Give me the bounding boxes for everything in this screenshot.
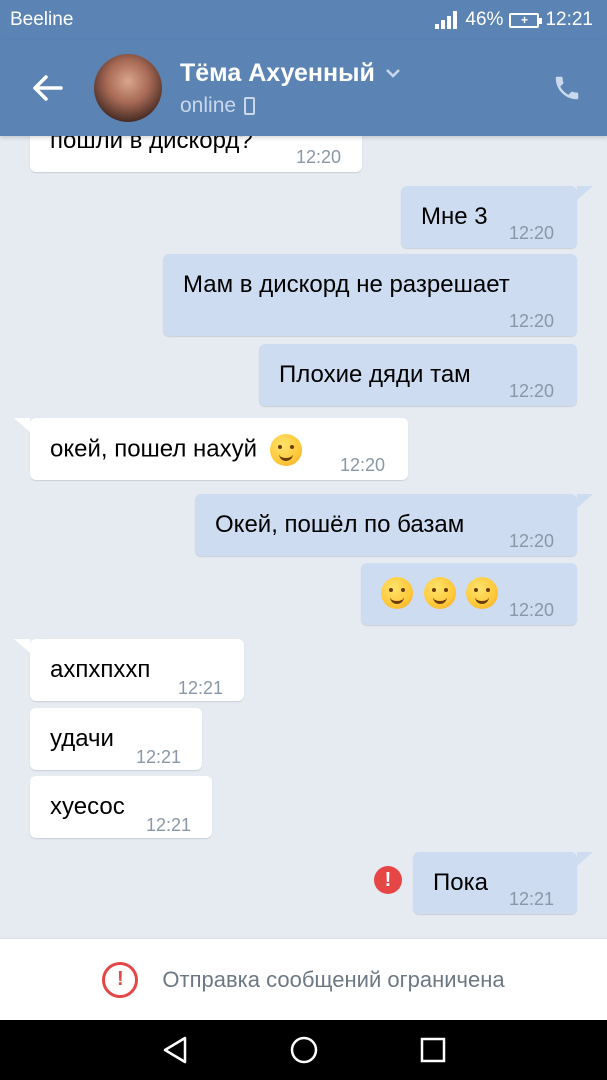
message-emoji-row xyxy=(381,577,499,609)
hugging-face-icon xyxy=(466,577,499,609)
message-outgoing[interactable]: Окей, пошёл по базам 12:20 xyxy=(195,494,593,556)
nav-home-button[interactable] xyxy=(284,1030,324,1070)
message-time: 12:20 xyxy=(340,455,386,475)
message-outgoing[interactable]: Пока 12:21 xyxy=(413,852,593,914)
message-list[interactable]: пошли в дискорд? 12:20 Мне 3 12:20 Мам в… xyxy=(0,136,607,938)
message-incoming[interactable]: окей, пошел нахуй 12:20 xyxy=(14,418,408,480)
message-text: Мам в дискорд не разрешает xyxy=(183,271,510,298)
message-incoming[interactable]: пошли в дискорд? 12:20 xyxy=(30,136,362,172)
avatar[interactable] xyxy=(94,54,162,122)
nav-recents-button[interactable] xyxy=(413,1030,453,1070)
notice-text: Отправка сообщений ограничена xyxy=(162,966,505,992)
hugging-face-icon xyxy=(381,577,413,609)
contact-info[interactable]: Тёма Ахуенный online xyxy=(180,59,401,118)
message-outgoing[interactable]: Плохие дяди там 12:20 xyxy=(259,344,577,406)
send-restricted-notice: ! Отправка сообщений ограничена xyxy=(0,938,607,1020)
message-text: Окей, пошёл по базам xyxy=(215,511,465,538)
message-time: 12:21 xyxy=(136,747,182,767)
message-incoming[interactable]: хуесос 12:21 xyxy=(30,776,212,838)
contact-status: online xyxy=(180,94,401,118)
message-text: ахпхпххп xyxy=(50,656,151,683)
circle-home-icon xyxy=(290,1036,317,1064)
system-nav-bar xyxy=(0,1020,607,1080)
message-outgoing[interactable]: Мне 3 12:20 xyxy=(401,186,593,248)
message-incoming[interactable]: ахпхпххп 12:21 xyxy=(14,639,244,701)
status-label: online xyxy=(180,93,237,117)
chat-header: Тёма Ахуенный online xyxy=(0,40,607,136)
square-recents-icon xyxy=(420,1037,445,1063)
phone-icon xyxy=(555,76,579,100)
carrier-label: Beeline xyxy=(10,9,74,30)
signal-icon xyxy=(435,11,459,29)
error-icon[interactable]: ! xyxy=(374,866,402,894)
message-time: 12:21 xyxy=(178,678,224,698)
message-text: хуесос xyxy=(50,793,125,820)
clock: 12:21 xyxy=(545,9,593,30)
contact-name: Тёма Ахуенный xyxy=(180,59,401,88)
battery-icon: + xyxy=(509,12,543,28)
message-time: 12:21 xyxy=(146,815,192,835)
contact-name-label: Тёма Ахуенный xyxy=(180,58,375,87)
chevron-down-icon xyxy=(385,69,400,78)
battery-percent: 46% xyxy=(465,9,504,30)
message-text: Плохие дяди там xyxy=(279,361,471,388)
message-time: 12:20 xyxy=(509,311,555,331)
message-time: 12:20 xyxy=(509,223,555,243)
hugging-face-icon xyxy=(423,577,456,609)
mobile-icon xyxy=(244,96,256,115)
message-outgoing[interactable]: Мам в дискорд не разрешает 12:20 xyxy=(163,254,577,336)
message-text: удачи xyxy=(50,725,114,752)
message-time: 12:21 xyxy=(509,889,555,909)
warning-icon: ! xyxy=(102,961,139,998)
triangle-back-icon xyxy=(163,1036,186,1064)
message-time: 12:20 xyxy=(509,600,555,620)
message-time: 12:20 xyxy=(509,381,555,401)
hugging-face-icon xyxy=(269,434,302,466)
message-outgoing[interactable]: 12:20 xyxy=(361,563,577,625)
message-time: 12:20 xyxy=(296,147,342,167)
message-text-row: окей, пошел нахуй xyxy=(50,434,302,466)
back-button[interactable] xyxy=(0,40,96,136)
message-text: окей, пошел нахуй xyxy=(50,435,258,463)
message-incoming[interactable]: удачи 12:21 xyxy=(30,708,202,770)
nav-back-button[interactable] xyxy=(155,1030,195,1070)
arrow-left-icon xyxy=(33,75,63,101)
message-time: 12:20 xyxy=(509,531,555,551)
status-indicators: 46% + 12:21 xyxy=(435,9,593,31)
message-text: Мне 3 xyxy=(421,203,488,230)
message-text: пошли в дискорд? xyxy=(50,136,253,154)
status-bar: Beeline 46% + 12:21 xyxy=(0,0,607,40)
message-text: Пока xyxy=(433,869,488,896)
call-button[interactable] xyxy=(527,40,607,136)
